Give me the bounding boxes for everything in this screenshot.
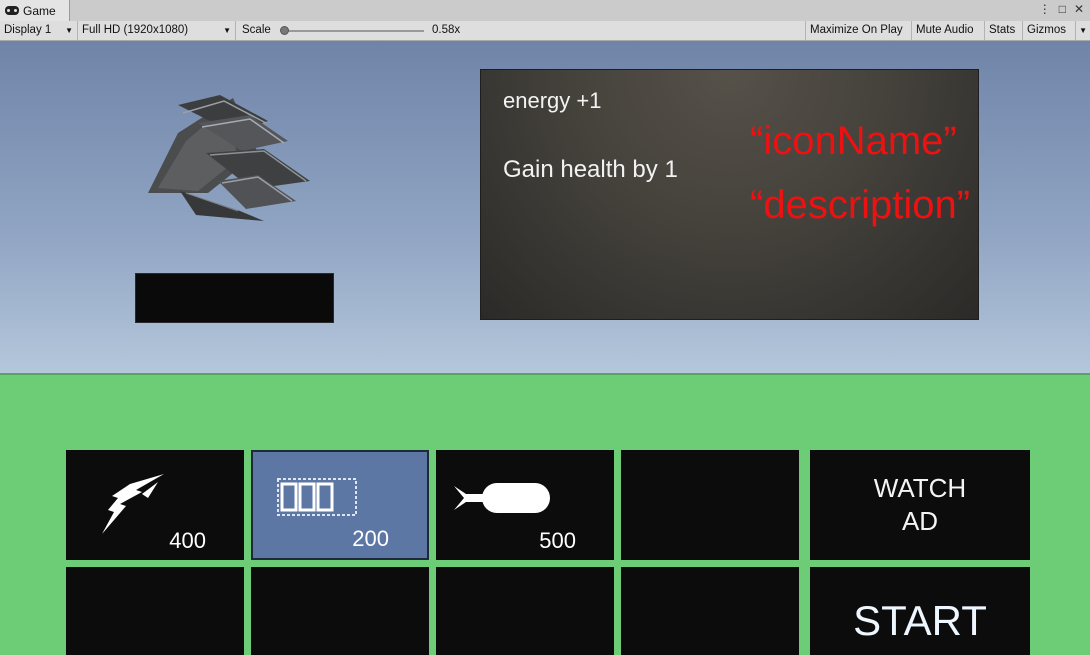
maximize-window-icon[interactable]: □ <box>1059 2 1066 16</box>
maximize-on-play-toggle[interactable]: Maximize On Play <box>805 21 912 40</box>
ship-name-bar <box>135 273 334 323</box>
dropdown-arrow-icon: ▼ <box>223 26 231 35</box>
tab-window-controls: ⋮ □ ✕ <box>1039 2 1084 16</box>
scale-slider-track[interactable] <box>284 30 424 32</box>
shop-item-flame[interactable]: 400 <box>66 450 244 560</box>
mute-audio-toggle[interactable]: Mute Audio <box>912 21 985 40</box>
watch-ad-label: WATCH AD <box>873 473 967 536</box>
tab-game-label: Game <box>23 3 56 18</box>
start-button[interactable]: START <box>810 567 1030 655</box>
shop-panel: 400 200 500 WATCH AD START <box>0 373 1090 655</box>
start-label: START <box>853 597 987 644</box>
item-icon-name: energy +1 <box>503 88 602 113</box>
annotation-icon-name: “iconName” <box>750 119 957 163</box>
display-dropdown[interactable]: Display 1 ▼ <box>0 21 78 40</box>
shop-item-battery[interactable]: 200 <box>251 450 429 560</box>
scale-label: Scale <box>242 24 271 36</box>
game-view-toolbar: Display 1 ▼ Full HD (1920x1080) ▼ Scale … <box>0 21 1090 41</box>
dropdown-arrow-icon: ▼ <box>65 26 73 35</box>
item-price: 500 <box>539 528 576 553</box>
resolution-dropdown[interactable]: Full HD (1920x1080) ▼ <box>78 21 236 40</box>
stats-toggle[interactable]: Stats <box>985 21 1023 40</box>
flame-bolt-icon <box>102 474 164 534</box>
item-price: 400 <box>169 528 206 553</box>
spaceship-model <box>148 95 310 221</box>
scale-value: 0.58x <box>432 24 461 36</box>
shop-item-empty[interactable] <box>621 567 799 655</box>
watch-ad-button[interactable]: WATCH AD <box>810 450 1030 560</box>
more-options-icon[interactable]: ⋮ <box>1039 2 1051 16</box>
display-dropdown-label: Display 1 <box>4 24 52 36</box>
gizmos-dropdown-arrow[interactable]: ▼ <box>1075 21 1090 40</box>
resolution-dropdown-label: Full HD (1920x1080) <box>82 24 189 36</box>
tab-game[interactable]: Game <box>0 0 70 21</box>
dropdown-arrow-icon: ▼ <box>1079 26 1087 35</box>
shop-item-empty[interactable] <box>251 567 429 655</box>
gamepad-icon <box>5 6 19 15</box>
item-description: Gain health by 1 <box>503 156 678 183</box>
shop-item-bomb[interactable]: 500 <box>436 450 614 560</box>
bomb-icon <box>454 483 550 513</box>
scale-slider-handle[interactable] <box>280 26 289 35</box>
shop-item-empty[interactable] <box>621 450 799 560</box>
gizmos-toggle[interactable]: Gizmos <box>1023 21 1075 40</box>
shop-item-empty[interactable] <box>66 567 244 655</box>
item-price: 200 <box>352 526 389 551</box>
editor-tab-bar: Game ⋮ □ ✕ <box>0 0 1090 22</box>
game-view: energy +1 Gain health by 1 “iconName” “d… <box>0 41 1090 655</box>
shop-item-empty[interactable] <box>436 567 614 655</box>
close-window-icon[interactable]: ✕ <box>1074 2 1084 16</box>
annotation-description: “description” <box>750 183 971 227</box>
battery-icon <box>277 478 357 516</box>
